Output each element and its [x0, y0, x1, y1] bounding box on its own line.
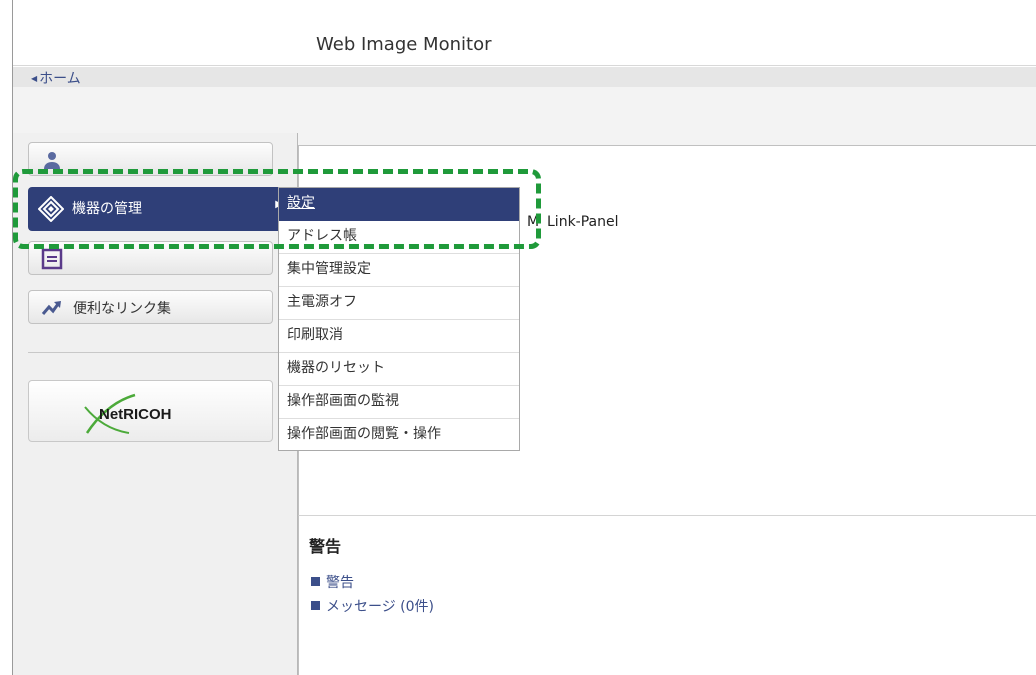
sidebar-item-label: 機器の管理 [72, 201, 142, 217]
netricoh-logo-button[interactable]: NetRICOH [28, 380, 273, 442]
menu-item-monitor-panel[interactable]: 操作部画面の監視 [279, 386, 519, 419]
message-link-label: メッセージ (0件) [326, 599, 435, 615]
alert-heading: 警告 [309, 537, 342, 556]
sidebar-item-job[interactable] [28, 241, 273, 275]
svg-text:NetRICOH: NetRICOH [99, 406, 172, 423]
menu-item-central-management[interactable]: 集中管理設定 [279, 254, 519, 287]
menu-item-view-operate-panel[interactable]: 操作部画面の閲覧・操作 [279, 419, 519, 452]
toolbar-strip [13, 87, 1036, 133]
sidebar-item-device-management[interactable]: 機器の管理 ▶ [28, 187, 283, 231]
netricoh-logo: NetRICOH [84, 393, 172, 434]
status-text-fragment: M [527, 214, 540, 230]
menu-item-cancel-print[interactable]: 印刷取消 [279, 320, 519, 353]
menu-item-device-reset[interactable]: 機器のリセット [279, 353, 519, 386]
header: Web Image Monitor [13, 4, 1036, 66]
bullet-square-icon [311, 577, 320, 586]
caret-left-icon: ◀ [31, 74, 38, 83]
device-model-label: Link-Panel [547, 214, 619, 230]
job-icon [41, 248, 63, 270]
alert-link-label: 警告 [326, 575, 354, 591]
sidebar: 機器の管理 ▶ 便利なリンク集 NetRICOH [13, 133, 298, 675]
sidebar-item-label: 便利なリンク集 [73, 301, 171, 317]
breadcrumb-home-label: ホーム [39, 71, 81, 87]
alert-section: 警告 警告 メッセージ (0件) [298, 515, 1036, 675]
sidebar-item-user[interactable] [28, 142, 273, 176]
breadcrumb-home-link[interactable]: ◀ ホーム [31, 68, 81, 88]
breadcrumb: ◀ ホーム [13, 67, 1036, 87]
sidebar-divider [28, 352, 298, 353]
menu-item-address-book[interactable]: アドレス帳 [279, 221, 519, 254]
device-management-menu: 設定 アドレス帳 集中管理設定 主電源オフ 印刷取消 機器のリセット 操作部画面… [278, 187, 520, 451]
message-link[interactable]: メッセージ (0件) [311, 596, 434, 616]
menu-item-main-power-off[interactable]: 主電源オフ [279, 287, 519, 320]
user-icon [41, 149, 63, 171]
app-title: Web Image Monitor [316, 34, 492, 55]
link-arrow-icon [41, 297, 63, 319]
device-management-icon [37, 195, 65, 223]
alert-link[interactable]: 警告 [311, 572, 354, 592]
sidebar-item-useful-links[interactable]: 便利なリンク集 [28, 290, 273, 324]
bullet-square-icon [311, 601, 320, 610]
menu-item-settings[interactable]: 設定 [279, 188, 519, 221]
